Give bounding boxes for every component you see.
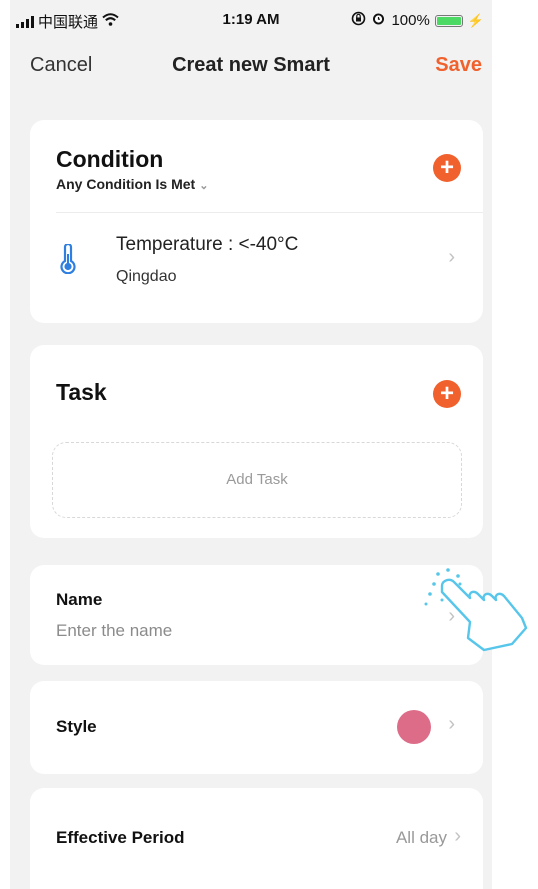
- task-title: Task: [56, 379, 107, 405]
- name-row[interactable]: Name Enter the name ›: [30, 565, 483, 665]
- battery-percent: 100%: [391, 12, 430, 29]
- condition-title: Condition: [56, 146, 164, 172]
- alarm-icon: [371, 11, 386, 30]
- name-input[interactable]: Enter the name: [56, 621, 172, 641]
- chevron-right-icon: ›: [454, 825, 461, 847]
- status-bar: 中国联通 1:19 AM 100% ⚡: [10, 0, 492, 38]
- style-color-swatch: [397, 710, 431, 744]
- style-row[interactable]: Style ›: [30, 681, 483, 774]
- condition-item-label: Temperature : <-40°C: [116, 234, 299, 255]
- add-task-plus-button[interactable]: +: [433, 380, 461, 408]
- task-card: Task + Add Task: [30, 345, 483, 538]
- charging-icon: ⚡: [467, 12, 484, 28]
- chevron-down-icon: ⌄: [199, 180, 209, 192]
- plus-icon: +: [439, 154, 454, 181]
- divider: [56, 212, 483, 213]
- condition-card: Condition Any Condition Is Met ⌄ + Temper…: [30, 120, 483, 323]
- chevron-right-icon: ›: [448, 246, 455, 268]
- tap-hand-icon: [424, 568, 528, 652]
- screen: 中国联通 1:19 AM 100% ⚡ Cancel Creat new Sma…: [10, 0, 492, 889]
- add-task-label: Add Task: [226, 471, 288, 488]
- condition-mode-label: Any Condition Is Met: [56, 176, 196, 192]
- condition-item-location: Qingdao: [116, 268, 177, 285]
- add-task-button[interactable]: Add Task: [52, 442, 462, 518]
- battery-icon: [434, 14, 463, 27]
- effective-period-label: Effective Period: [56, 828, 185, 847]
- nav-bar: Cancel Creat new Smart Save: [10, 52, 492, 82]
- add-condition-button[interactable]: +: [433, 154, 461, 182]
- name-label: Name: [56, 590, 103, 609]
- style-label: Style: [56, 717, 97, 736]
- effective-period-value: All day: [395, 828, 447, 847]
- plus-icon: +: [439, 380, 454, 407]
- chevron-right-icon: ›: [448, 713, 455, 735]
- save-button[interactable]: Save: [435, 54, 482, 77]
- condition-mode-dropdown[interactable]: Any Condition Is Met ⌄: [56, 176, 208, 192]
- page-title: Creat new Smart: [172, 54, 330, 76]
- orientation-lock-icon: [351, 11, 366, 30]
- effective-period-row[interactable]: Effective Period All day ›: [30, 788, 483, 889]
- thermometer-icon: [58, 242, 78, 279]
- status-right: 100% ⚡: [351, 11, 484, 30]
